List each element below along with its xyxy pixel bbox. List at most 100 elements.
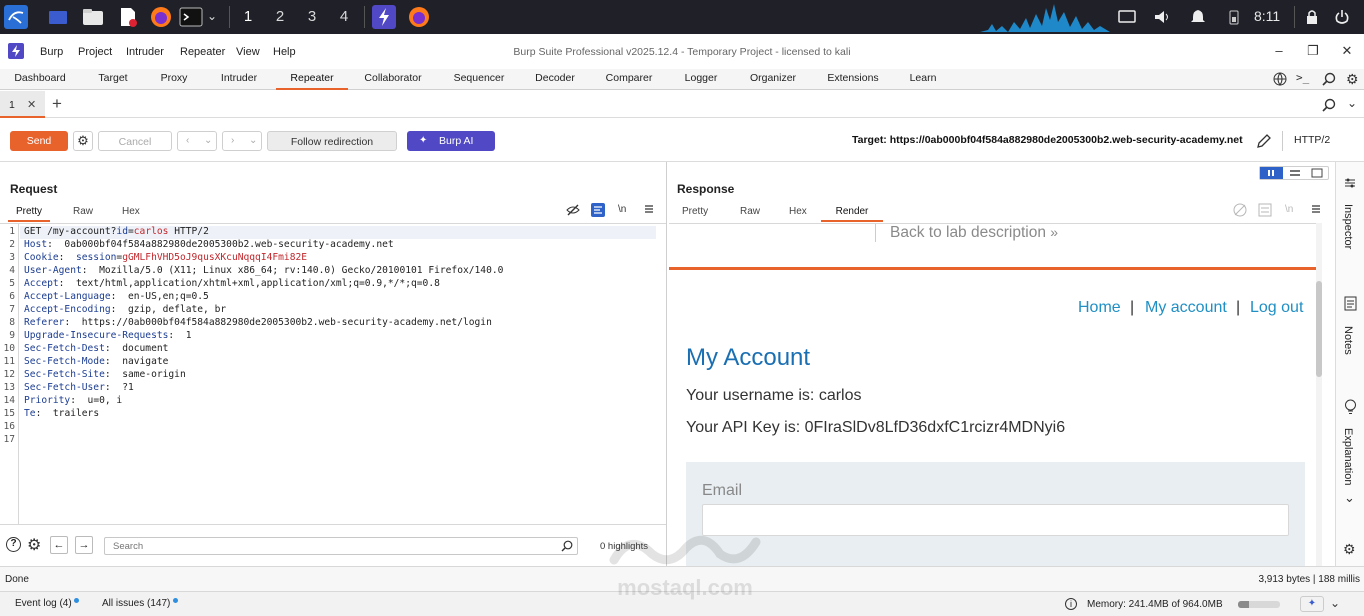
desktop-icon[interactable] bbox=[46, 5, 70, 29]
tab-comparer[interactable]: Comparer bbox=[598, 69, 660, 90]
workspace-3[interactable]: 3 bbox=[302, 8, 322, 25]
settings-gear-icon[interactable]: ⚙ bbox=[1346, 71, 1359, 88]
tab-sequencer[interactable]: Sequencer bbox=[446, 69, 512, 90]
close-tab-icon[interactable]: ✕ bbox=[27, 98, 36, 111]
email-input[interactable] bbox=[702, 504, 1289, 536]
http-version[interactable]: HTTP/2 bbox=[1294, 134, 1330, 146]
tab-target[interactable]: Target bbox=[88, 69, 138, 90]
tab-logger[interactable]: Logger bbox=[676, 69, 726, 90]
workspace-2[interactable]: 2 bbox=[270, 8, 290, 25]
status-right: 3,913 bytes | 188 millis bbox=[1258, 574, 1360, 585]
back-to-lab-link[interactable]: Back to lab description » bbox=[875, 224, 1058, 242]
inspector-icon[interactable] bbox=[1343, 176, 1357, 193]
text-editor-icon[interactable] bbox=[116, 5, 140, 29]
pretty-print-toggle-icon[interactable] bbox=[591, 203, 605, 217]
request-tab-raw[interactable]: Raw bbox=[73, 206, 93, 222]
chevron-down-icon[interactable]: ⌄ bbox=[1344, 490, 1355, 506]
sidebar-explanation-label[interactable]: Explanation bbox=[1342, 428, 1354, 486]
follow-redirection-button[interactable]: Follow redirection bbox=[267, 131, 397, 151]
request-line: Accept-Language: en-US,en;q=0.5 bbox=[24, 291, 209, 302]
tab-organizer[interactable]: Organizer bbox=[742, 69, 804, 90]
nav-logout-link[interactable]: Log out bbox=[1250, 299, 1303, 317]
chevron-down-icon[interactable]: ⌄ bbox=[1347, 96, 1357, 110]
burp-suite-task-icon[interactable] bbox=[372, 5, 396, 29]
request-tab-pretty[interactable]: Pretty bbox=[8, 206, 50, 222]
notes-icon[interactable] bbox=[1344, 296, 1357, 314]
next-match-button[interactable]: → bbox=[75, 536, 93, 554]
volume-icon[interactable] bbox=[1153, 9, 1171, 28]
search-settings-gear-icon[interactable]: ⚙ bbox=[27, 535, 41, 555]
chevron-down-icon[interactable]: ⌄ bbox=[1330, 596, 1340, 610]
request-tab-hex[interactable]: Hex bbox=[122, 206, 140, 222]
search-icon[interactable] bbox=[1322, 72, 1336, 89]
chevron-down-icon[interactable]: ⌄ bbox=[207, 9, 217, 23]
maximize-button[interactable]: ❐ bbox=[1305, 43, 1321, 59]
response-tab-raw[interactable]: Raw bbox=[740, 206, 760, 222]
search-tabs-icon[interactable] bbox=[1322, 98, 1336, 115]
code-text: : u=0, i bbox=[70, 395, 123, 406]
ai-sparkle-button[interactable]: ✦ bbox=[1300, 596, 1324, 612]
tab-proxy[interactable]: Proxy bbox=[152, 69, 196, 90]
terminal-icon[interactable] bbox=[179, 5, 203, 29]
request-editor[interactable]: 1 2 3 4 5 6 7 8 9 10 11 12 13 14 15 16 17 GET /my-accoun… bbox=[0, 223, 666, 525]
tabbed-layout-icon[interactable] bbox=[1306, 167, 1328, 179]
line-number: 14 bbox=[3, 395, 15, 406]
command-prompt-icon[interactable]: >_ bbox=[1296, 71, 1309, 84]
screen-icon[interactable] bbox=[1118, 9, 1136, 28]
info-icon[interactable]: i bbox=[1065, 598, 1077, 610]
help-icon[interactable]: ? bbox=[6, 537, 21, 552]
nav-home-link[interactable]: Home bbox=[1078, 299, 1121, 317]
history-back-button[interactable]: ‹ ⌄ bbox=[177, 131, 217, 151]
nav-my-account-link[interactable]: My account bbox=[1145, 299, 1227, 317]
close-window-button[interactable]: ✕ bbox=[1339, 43, 1355, 59]
code-text: : document bbox=[104, 343, 169, 354]
lightbulb-icon[interactable] bbox=[1344, 399, 1357, 418]
send-settings-gear-icon[interactable]: ⚙ bbox=[73, 131, 93, 151]
globe-icon[interactable] bbox=[1273, 72, 1287, 89]
newline-toggle-icon[interactable]: \n bbox=[618, 204, 626, 215]
tab-learn[interactable]: Learn bbox=[902, 69, 944, 90]
sidebar-settings-gear-icon[interactable]: ⚙ bbox=[1343, 541, 1356, 558]
scrollbar-thumb[interactable] bbox=[1316, 281, 1322, 377]
cancel-button[interactable]: Cancel bbox=[98, 131, 172, 151]
response-tab-hex[interactable]: Hex bbox=[789, 206, 807, 222]
event-log-link[interactable]: Event log (4) bbox=[15, 598, 80, 609]
workspace-1[interactable]: 1 bbox=[238, 8, 258, 25]
send-button[interactable]: Send bbox=[10, 131, 68, 151]
response-menu-icon[interactable] bbox=[1310, 202, 1322, 219]
hide-nonprintable-icon[interactable] bbox=[566, 203, 580, 220]
target-url[interactable]: Target: https://0ab000bf04f584a882980de2… bbox=[852, 134, 1243, 146]
tab-collaborator[interactable]: Collaborator bbox=[356, 69, 430, 90]
split-vertical-layout-icon[interactable] bbox=[1260, 167, 1283, 179]
sidebar-inspector-label[interactable]: Inspector bbox=[1342, 204, 1354, 249]
tab-intruder[interactable]: Intruder bbox=[210, 69, 268, 90]
firefox-icon[interactable] bbox=[149, 5, 173, 29]
request-search-input[interactable] bbox=[104, 537, 578, 555]
file-manager-icon[interactable] bbox=[81, 5, 105, 29]
lock-icon[interactable] bbox=[1305, 9, 1319, 28]
add-tab-button[interactable]: + bbox=[52, 94, 62, 114]
request-menu-icon[interactable] bbox=[643, 202, 655, 219]
history-forward-button[interactable]: › ⌄ bbox=[222, 131, 262, 151]
tab-extensions[interactable]: Extensions bbox=[820, 69, 886, 90]
tab-decoder[interactable]: Decoder bbox=[528, 69, 582, 90]
previous-match-button[interactable]: ← bbox=[50, 536, 68, 554]
edit-target-pencil-icon[interactable] bbox=[1256, 133, 1272, 152]
repeater-tab-1[interactable]: 1 ✕ bbox=[0, 91, 45, 118]
split-horizontal-layout-icon[interactable] bbox=[1284, 167, 1306, 179]
kali-menu-icon[interactable] bbox=[4, 5, 28, 29]
notification-bell-icon[interactable] bbox=[1190, 9, 1206, 28]
workspace-4[interactable]: 4 bbox=[334, 8, 354, 25]
burp-ai-button[interactable]: ✦ Burp AI bbox=[407, 131, 495, 151]
search-icon[interactable] bbox=[561, 540, 573, 555]
sidebar-notes-label[interactable]: Notes bbox=[1342, 326, 1354, 355]
response-tab-render[interactable]: Render bbox=[821, 206, 883, 222]
all-issues-link[interactable]: All issues (147) bbox=[102, 598, 179, 609]
tab-repeater[interactable]: Repeater bbox=[276, 69, 348, 90]
power-icon[interactable] bbox=[1334, 9, 1350, 28]
minimize-button[interactable]: – bbox=[1271, 43, 1287, 58]
tab-dashboard[interactable]: Dashboard bbox=[8, 69, 72, 90]
response-tab-pretty[interactable]: Pretty bbox=[682, 206, 708, 222]
render-scrollbar[interactable] bbox=[1316, 223, 1322, 566]
firefox-task-icon[interactable] bbox=[407, 5, 431, 29]
